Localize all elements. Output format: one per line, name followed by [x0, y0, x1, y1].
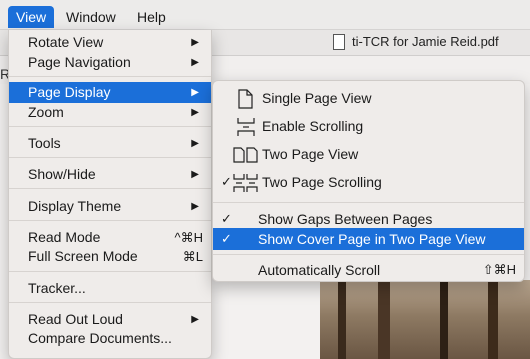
submenu-arrow-icon: ▶	[191, 57, 199, 68]
menu-item-label: Page Navigation	[28, 54, 131, 70]
menu-item-label: Read Out Loud	[28, 311, 123, 327]
menu-item-zoom[interactable]: Zoom ▶	[9, 102, 211, 123]
submenu-item-label: Automatically Scroll	[258, 262, 381, 278]
submenu-arrow-icon: ▶	[191, 138, 199, 149]
menu-item-label: Show/Hide	[28, 166, 96, 182]
keyboard-shortcut: ⌘L	[182, 249, 203, 264]
submenu-item-show-gaps[interactable]: ✓ Show Gaps Between Pages	[213, 208, 524, 230]
menu-separator	[213, 202, 524, 203]
menu-item-page-display[interactable]: Page Display ▶	[9, 82, 211, 103]
submenu-arrow-icon: ▶	[191, 314, 199, 325]
menu-item-label: Tools	[28, 135, 61, 151]
checkmark-icon: ✓	[221, 174, 232, 189]
submenu-arrow-icon: ▶	[191, 107, 199, 118]
menu-item-page-navigation[interactable]: Page Navigation ▶	[9, 52, 211, 73]
submenu-item-single-page-view[interactable]: Single Page View	[213, 87, 524, 109]
checkmark-icon: ✓	[221, 211, 232, 226]
submenu-item-label: Show Gaps Between Pages	[258, 211, 433, 227]
single-page-icon	[233, 89, 259, 109]
page-display-submenu: Single Page View Enable Scrolling Two Pa…	[212, 80, 525, 282]
submenu-item-show-cover-page[interactable]: ✓ Show Cover Page in Two Page View	[213, 228, 524, 250]
menu-item-label: Rotate View	[28, 34, 104, 50]
submenu-item-label: Two Page View	[262, 146, 359, 162]
view-menu-dropdown: Rotate View ▶ Page Navigation ▶ Page Dis…	[8, 30, 212, 359]
menu-separator	[9, 220, 211, 221]
menu-separator	[9, 157, 211, 158]
menu-item-rotate-view[interactable]: Rotate View ▶	[9, 32, 211, 53]
menu-separator	[9, 271, 211, 272]
menu-item-label: Display Theme	[28, 198, 122, 214]
submenu-item-two-page-scrolling[interactable]: ✓ Two Page Scrolling	[213, 171, 524, 193]
submenu-arrow-icon: ▶	[191, 37, 199, 48]
scrolling-icon	[233, 117, 259, 137]
menu-item-label: Compare Documents...	[28, 330, 172, 346]
submenu-item-automatically-scroll[interactable]: Automatically Scroll ⇧⌘H	[213, 259, 524, 281]
two-page-icon	[233, 145, 259, 165]
menu-item-tracker[interactable]: Tracker...	[9, 278, 211, 299]
submenu-item-label: Two Page Scrolling	[262, 174, 382, 190]
submenu-item-label: Show Cover Page in Two Page View	[258, 231, 486, 247]
submenu-item-label: Enable Scrolling	[262, 118, 364, 134]
menu-view[interactable]: View	[8, 6, 55, 28]
submenu-item-label: Single Page View	[262, 90, 372, 106]
two-page-scrolling-icon	[233, 173, 259, 193]
menu-item-full-screen-mode[interactable]: Full Screen Mode ⌘L	[9, 246, 211, 267]
submenu-arrow-icon: ▶	[191, 169, 199, 180]
submenu-arrow-icon: ▶	[191, 87, 199, 98]
menu-item-label: Zoom	[28, 104, 64, 120]
submenu-arrow-icon: ▶	[191, 201, 199, 212]
menu-separator	[9, 76, 211, 77]
menu-bar: View Window Help	[0, 0, 530, 30]
menu-item-label: Page Display	[28, 84, 111, 100]
menu-item-compare-documents[interactable]: Compare Documents...	[9, 328, 211, 349]
menu-item-tools[interactable]: Tools ▶	[9, 133, 211, 154]
keyboard-shortcut: ⇧⌘H	[482, 262, 516, 277]
menu-help[interactable]: Help	[129, 6, 174, 28]
document-page-image	[320, 280, 530, 359]
keyboard-shortcut: ^⌘H	[174, 230, 204, 245]
menu-item-show-hide[interactable]: Show/Hide ▶	[9, 164, 211, 185]
menu-separator	[9, 302, 211, 303]
menu-item-display-theme[interactable]: Display Theme ▶	[9, 196, 211, 217]
submenu-item-enable-scrolling[interactable]: Enable Scrolling	[213, 115, 524, 137]
menu-window[interactable]: Window	[58, 6, 124, 28]
submenu-item-two-page-view[interactable]: Two Page View	[213, 143, 524, 165]
document-title: ti-TCR for Jamie Reid.pdf	[352, 34, 499, 49]
menu-separator	[9, 188, 211, 189]
menu-item-read-mode[interactable]: Read Mode ^⌘H	[9, 227, 211, 248]
menu-item-label: Full Screen Mode	[28, 248, 138, 264]
checkmark-icon: ✓	[221, 231, 232, 246]
menu-item-label: Read Mode	[28, 229, 101, 245]
menu-item-label: Tracker...	[28, 280, 86, 296]
menu-separator	[213, 254, 524, 255]
menu-separator	[9, 126, 211, 127]
menu-item-read-out-loud[interactable]: Read Out Loud ▶	[9, 309, 211, 330]
pdf-document-icon	[333, 34, 345, 50]
